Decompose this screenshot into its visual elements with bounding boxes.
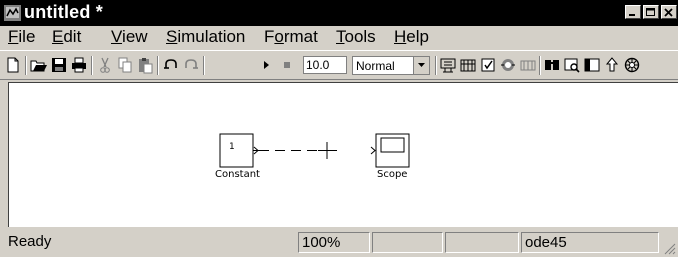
bus-editor-button[interactable] — [519, 56, 537, 74]
constant-label[interactable]: Constant — [215, 169, 260, 180]
update-diagram-button[interactable] — [459, 56, 477, 74]
menu-tools-label: ools — [344, 27, 376, 46]
start-simulation-button[interactable] — [257, 56, 275, 74]
model-canvas[interactable]: 1 Constant Scope — [8, 82, 678, 227]
scope-screen-icon — [380, 137, 405, 153]
stop-time-input[interactable]: 10.0 — [303, 56, 347, 74]
menu-format-accel: o — [274, 27, 284, 46]
simulation-mode-value: Normal — [356, 59, 395, 73]
menu-view-label: iew — [122, 27, 148, 46]
model-explorer-button[interactable] — [563, 56, 581, 74]
menu-file[interactable]: File — [8, 27, 35, 47]
build-icon — [440, 58, 456, 73]
redo-button[interactable] — [182, 56, 200, 74]
floppy-disk-icon — [52, 58, 66, 72]
menu-view-accel: V — [111, 27, 123, 46]
printer-icon — [72, 57, 86, 73]
menu-simulation-accel: S — [166, 27, 178, 46]
cut-button[interactable] — [96, 56, 114, 74]
status-solver: ode45 — [521, 232, 659, 253]
build-button[interactable] — [439, 56, 457, 74]
undo-icon — [164, 59, 177, 69]
go-to-parent-button[interactable] — [603, 56, 621, 74]
debugger-button[interactable] — [623, 56, 641, 74]
model-advisor-button[interactable] — [479, 56, 497, 74]
minimize-button[interactable] — [625, 5, 641, 19]
stop-simulation-button[interactable] — [278, 56, 296, 74]
menu-edit[interactable]: Edit — [52, 27, 81, 47]
menu-help[interactable]: Help — [394, 27, 429, 47]
menu-bar: File Edit View Simulation Format Tools H… — [0, 26, 678, 50]
status-state: Ready — [8, 233, 52, 250]
paste-icon — [139, 58, 153, 74]
diagram-svg — [219, 133, 410, 168]
new-model-button[interactable] — [4, 56, 22, 74]
simulink-window: untitled * File Edit View Simulation For… — [0, 0, 678, 257]
scissors-icon — [100, 57, 110, 73]
open-folder-icon — [30, 60, 47, 72]
maximize-icon — [646, 8, 655, 16]
menu-tools[interactable]: Tools — [336, 27, 376, 47]
close-icon — [664, 8, 673, 17]
constant-block[interactable] — [219, 133, 254, 168]
dropdown-button[interactable] — [413, 57, 429, 74]
stop-icon — [284, 62, 290, 68]
model-browser-button[interactable] — [583, 56, 601, 74]
window-title: untitled * — [24, 2, 103, 22]
menu-tools-accel: T — [336, 27, 345, 46]
menu-format[interactable]: Format — [264, 27, 318, 47]
menu-edit-label: dit — [63, 27, 82, 46]
paste-button[interactable] — [136, 56, 154, 74]
menu-format-label: rmat — [283, 27, 318, 46]
model-browser-icon — [584, 58, 600, 72]
scope-input-port[interactable] — [370, 146, 376, 155]
bus-editor-icon — [520, 60, 536, 71]
status-zoom: 100% — [298, 232, 370, 253]
chevron-down-icon — [418, 63, 425, 67]
library-browser-icon — [545, 60, 559, 70]
menu-help-label: elp — [406, 27, 429, 46]
simulation-mode-select[interactable]: Normal — [352, 56, 430, 75]
undo-button[interactable] — [162, 56, 180, 74]
model-explorer-icon — [564, 58, 580, 73]
redo-icon — [185, 59, 198, 69]
menu-format-pre: F — [264, 27, 275, 46]
simulink-app-icon — [4, 5, 21, 21]
minimize-icon — [629, 14, 635, 16]
menu-file-label: ile — [18, 27, 36, 46]
open-button[interactable] — [30, 56, 48, 74]
debug-icon — [501, 59, 515, 71]
library-browser-button[interactable] — [543, 56, 561, 74]
menu-help-accel: H — [394, 27, 407, 46]
status-panel-empty-1 — [372, 232, 443, 253]
title-bar[interactable]: untitled * — [0, 0, 678, 26]
toolbar: 10.0 Normal — [0, 50, 678, 80]
scope-label[interactable]: Scope — [377, 169, 407, 180]
debug-button[interactable] — [499, 56, 517, 74]
status-panel-empty-2 — [445, 232, 519, 253]
menu-simulation-label: imulation — [177, 27, 246, 46]
close-button[interactable] — [661, 5, 677, 19]
status-bar: Ready 100% ode45 — [0, 229, 678, 257]
constant-value: 1 — [229, 142, 235, 152]
model-advisor-icon — [481, 58, 495, 72]
menu-edit-accel: E — [52, 27, 64, 46]
gear-icon — [624, 57, 640, 73]
new-file-icon — [7, 57, 19, 73]
copy-button[interactable] — [116, 56, 134, 74]
play-icon — [264, 61, 269, 69]
menu-simulation[interactable]: Simulation — [166, 27, 245, 47]
save-button[interactable] — [50, 56, 68, 74]
arrow-up-icon — [605, 57, 619, 72]
maximize-button[interactable] — [643, 5, 659, 19]
update-diagram-icon — [460, 59, 476, 72]
menu-file-accel: F — [8, 27, 19, 46]
menu-view[interactable]: View — [111, 27, 148, 47]
crosshair-cursor-icon — [318, 142, 337, 159]
resize-grip-icon[interactable] — [662, 241, 676, 255]
print-button[interactable] — [70, 56, 88, 74]
copy-icon — [118, 57, 132, 73]
